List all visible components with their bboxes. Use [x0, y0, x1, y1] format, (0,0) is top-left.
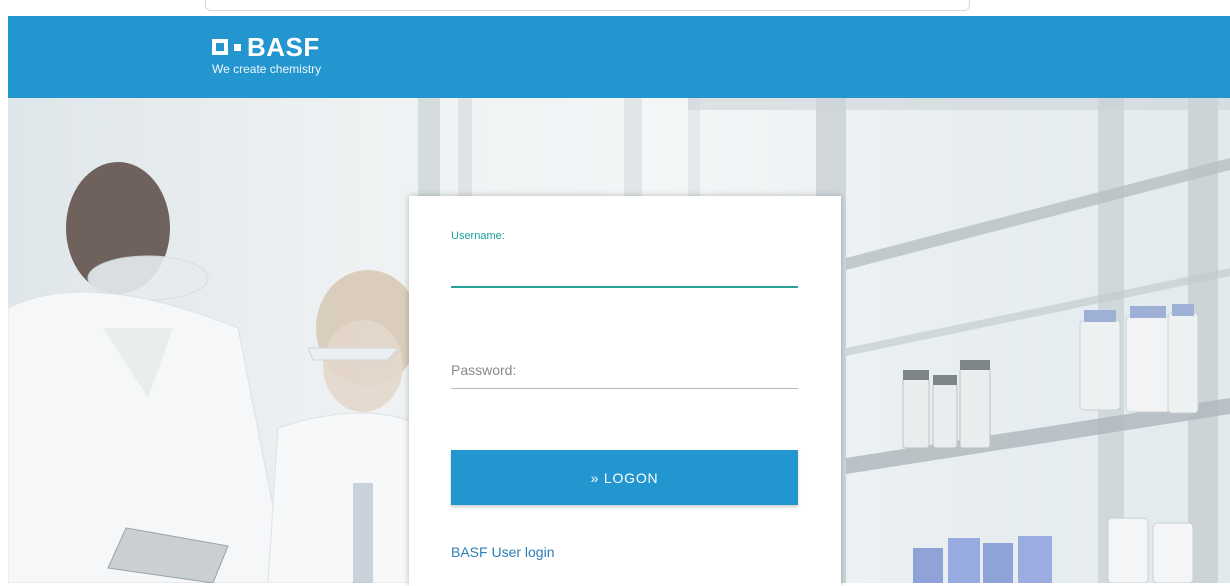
- username-underline: [451, 286, 798, 288]
- site-header: BASF We create chemistry: [8, 16, 1230, 98]
- address-bar-edge: [205, 0, 970, 11]
- logo-mark: BASF: [212, 34, 321, 60]
- login-card: Username: Password: » LOGON BASF User lo…: [409, 196, 841, 586]
- basf-user-login-link[interactable]: BASF User login: [451, 544, 554, 560]
- logo-square-icon: [212, 39, 228, 55]
- basf-logo[interactable]: BASF We create chemistry: [212, 34, 321, 76]
- browser-top-strip: [0, 0, 1230, 16]
- password-underline: [451, 388, 798, 389]
- logo-tagline: We create chemistry: [212, 62, 322, 76]
- username-field: Username:: [451, 230, 798, 288]
- password-input[interactable]: [451, 362, 798, 386]
- username-label: Username:: [451, 230, 505, 242]
- logo-dot-icon: [234, 43, 241, 51]
- username-input[interactable]: [451, 260, 798, 284]
- logon-button[interactable]: » LOGON: [451, 450, 798, 505]
- logo-brand-text: BASF: [247, 32, 320, 62]
